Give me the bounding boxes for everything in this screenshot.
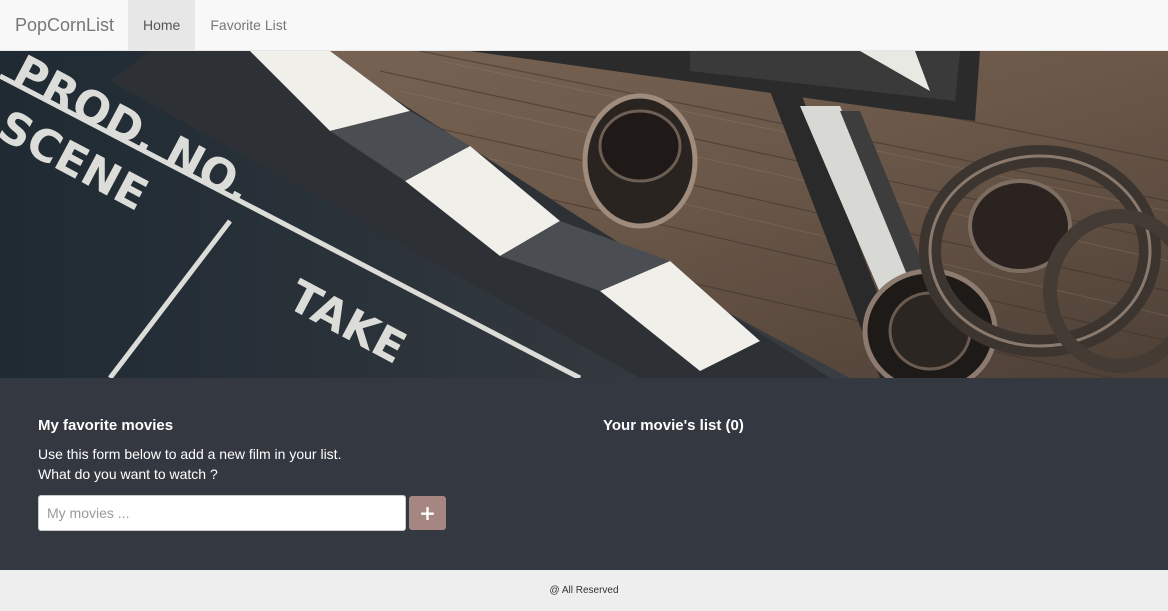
favorite-movies-heading: My favorite movies	[38, 417, 174, 434]
page-footer: @ All Reserved	[0, 570, 1168, 611]
brand-logo[interactable]: PopCornList	[0, 0, 128, 50]
description-line-2: What do you want to watch ?	[38, 466, 218, 482]
add-movie-button[interactable]: +	[409, 496, 446, 530]
add-movie-form: +	[38, 495, 446, 531]
footer-text: @ All Reserved	[549, 585, 619, 596]
top-navbar: PopCornList Home Favorite List	[0, 0, 1168, 51]
form-description: Use this form below to add a new film in…	[38, 444, 458, 484]
main-section: My favorite movies Use this form below t…	[0, 378, 1168, 570]
description-line-1: Use this form below to add a new film in…	[38, 446, 342, 462]
hero-banner-image: PROD. NO. SCENE TAKE	[0, 51, 1168, 378]
add-movie-panel: My favorite movies Use this form below t…	[38, 417, 458, 531]
nav-item-home[interactable]: Home	[128, 0, 196, 50]
plus-icon: +	[419, 501, 436, 525]
movie-input[interactable]	[38, 495, 406, 531]
movie-list-panel: Your movie's list (0)	[603, 418, 1103, 434]
movie-list-heading: Your movie's list (0)	[603, 417, 744, 434]
nav-item-favorite-list[interactable]: Favorite List	[195, 0, 301, 50]
